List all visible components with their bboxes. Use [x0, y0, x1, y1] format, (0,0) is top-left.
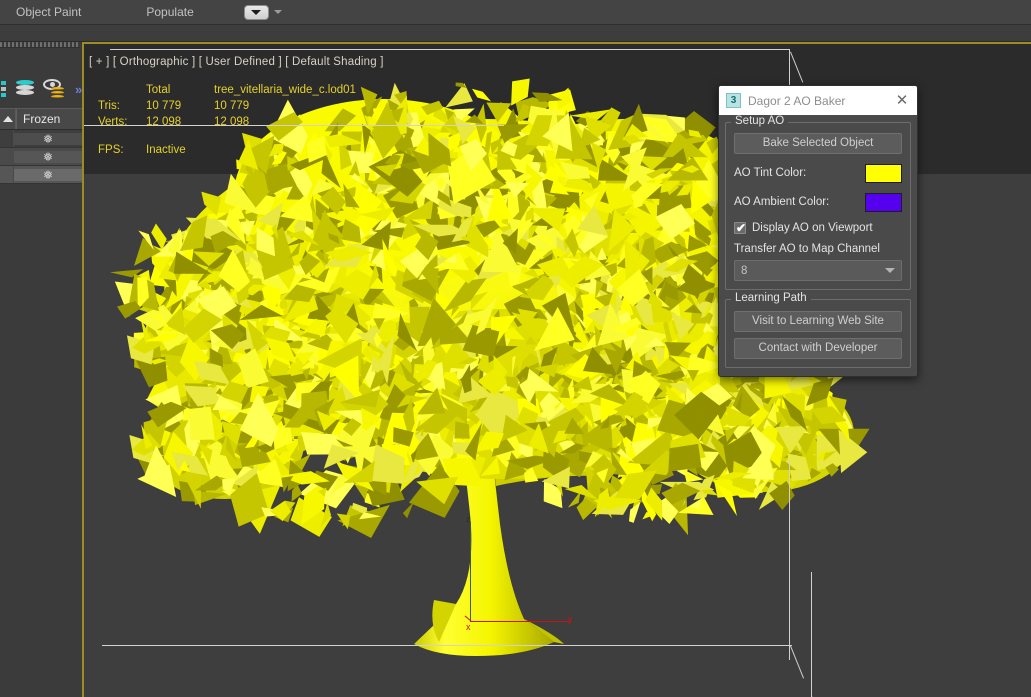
gizmo-y-label: y [568, 614, 573, 624]
explorer-column-header: Frozen [0, 108, 82, 130]
viewport-statistics: Total tree_vitellaria_wide_c.lod01 Tris:… [98, 82, 356, 158]
snowflake-icon: ❅ [42, 167, 54, 182]
stats-tris-total: 10 779 [146, 100, 182, 112]
ao-tint-color-swatch[interactable] [865, 163, 902, 183]
expand-more-chevrons-icon[interactable]: » [75, 82, 82, 97]
gizmo-z-axis [470, 522, 471, 622]
dialog-title-bar[interactable]: 3 Dagor 2 AO Baker ✕ [719, 86, 917, 115]
map-channel-label: Transfer AO to Map Channel [734, 243, 880, 255]
display-ao-checkbox-row[interactable]: ✔ Display AO on Viewport [734, 221, 902, 235]
learning-path-group-title: Learning Path [731, 292, 811, 304]
selection-wire-far-right [811, 572, 812, 697]
scene-explorer-toolbar: » [0, 74, 82, 104]
gizmo-x-label: x [466, 622, 471, 632]
stats-fps-label: FPS: [98, 144, 124, 156]
dagor-ao-baker-dialog: 3 Dagor 2 AO Baker ✕ Setup AO Bake Selec… [718, 85, 918, 377]
ao-tint-color-label: AO Tint Color: [734, 167, 807, 179]
stats-verts-object: 12 098 [214, 116, 250, 128]
stats-col-object: tree_vitellaria_wide_c.lod01 [214, 84, 356, 96]
map-channel-select[interactable]: 8 [734, 260, 902, 281]
table-row[interactable]: ❅ [0, 130, 82, 148]
setup-ao-group: Setup AO Bake Selected Object AO Tint Co… [725, 115, 911, 290]
contact-developer-button[interactable]: Contact with Developer [734, 338, 902, 359]
row-frozen-cell[interactable]: ❅ [14, 131, 82, 146]
table-row[interactable]: ❅ [0, 166, 82, 184]
display-ao-checkbox[interactable]: ✔ [734, 221, 747, 235]
stats-row-fps: FPS: Inactive [98, 142, 356, 158]
visit-learning-website-button[interactable]: Visit to Learning Web Site [734, 311, 902, 332]
menu-object-paint[interactable]: Object Paint [6, 0, 91, 25]
row-gutter [0, 130, 14, 147]
chevron-down-icon[interactable] [273, 10, 282, 14]
eye-visibility-icon[interactable] [43, 79, 65, 99]
ao-ambient-color-label: AO Ambient Color: [734, 196, 830, 208]
panel-drag-rail[interactable] [0, 42, 80, 48]
stats-verts-total: 12 098 [146, 116, 182, 128]
axis-gizmo: z y x [464, 514, 584, 632]
selection-wire-right-lower [789, 460, 790, 660]
sort-ascending-triangle-icon[interactable] [0, 109, 16, 129]
stats-row-verts: Verts: 12 098 12 098 [98, 114, 356, 130]
scene-explorer-panel: » Frozen ❅ ❅ ❅ [0, 42, 82, 697]
row-frozen-cell[interactable]: ❅ [14, 167, 82, 182]
bake-selected-object-button[interactable]: Bake Selected Object [734, 133, 902, 154]
row-gutter [0, 148, 14, 165]
row-gutter [0, 166, 14, 183]
toolbar-dropdown-group [243, 4, 282, 20]
stats-row-tris: Tris: 10 779 10 779 [98, 98, 356, 114]
table-row[interactable]: ❅ [0, 148, 82, 166]
checkmark-icon: ✔ [736, 221, 747, 235]
display-ao-checkbox-label: Display AO on Viewport [752, 222, 873, 234]
map-channel-value: 8 [741, 264, 748, 277]
stats-col-total: Total [146, 84, 171, 96]
menu-populate[interactable]: Populate [136, 0, 203, 25]
ao-tint-color-row: AO Tint Color: [734, 163, 902, 183]
viewport-label[interactable]: [ + ] [ Orthographic ] [ User Defined ] … [89, 56, 384, 68]
chevron-down-icon [885, 268, 895, 273]
secondary-toolbar-strip [0, 25, 1031, 42]
stats-verts-label: Verts: [98, 116, 128, 128]
gizmo-y-axis [470, 621, 570, 622]
learning-path-group: Learning Path Visit to Learning Web Site… [725, 292, 911, 368]
stats-header-row: Total tree_vitellaria_wide_c.lod01 [98, 82, 356, 98]
snowflake-icon: ❅ [42, 149, 54, 164]
snowflake-icon: ❅ [42, 131, 54, 146]
layers-stack-icon[interactable] [15, 79, 35, 99]
dialog-title: Dagor 2 AO Baker [748, 93, 846, 108]
stats-tris-object: 10 779 [214, 100, 250, 112]
row-frozen-cell[interactable]: ❅ [14, 149, 82, 164]
ao-ambient-color-swatch[interactable] [865, 192, 902, 212]
dropdown-triangle-icon[interactable] [243, 4, 269, 20]
explorer-row-list: ❅ ❅ ❅ [0, 130, 82, 184]
dialog-body: Setup AO Bake Selected Object AO Tint Co… [719, 115, 917, 376]
ao-ambient-color-row: AO Ambient Color: [734, 192, 902, 212]
top-menu-bar: Object Paint Populate [0, 0, 1031, 25]
setup-ao-group-title: Setup AO [731, 115, 789, 127]
gizmo-z-label: z [466, 514, 471, 524]
triangle-glyph [251, 9, 262, 15]
stats-tris-label: Tris: [98, 100, 120, 112]
stats-fps-value: Inactive [146, 144, 186, 156]
selection-wire-top [110, 49, 790, 50]
column-header-frozen[interactable]: Frozen [16, 109, 82, 129]
selection-wire-ground-back [102, 645, 792, 646]
application-window: Object Paint Populate » Frozen ❅ ❅ ❅ z y… [0, 0, 1031, 697]
maxscript-icon: 3 [726, 93, 741, 108]
close-icon[interactable]: ✕ [893, 92, 911, 110]
layer-strip-icon[interactable] [1, 80, 7, 98]
